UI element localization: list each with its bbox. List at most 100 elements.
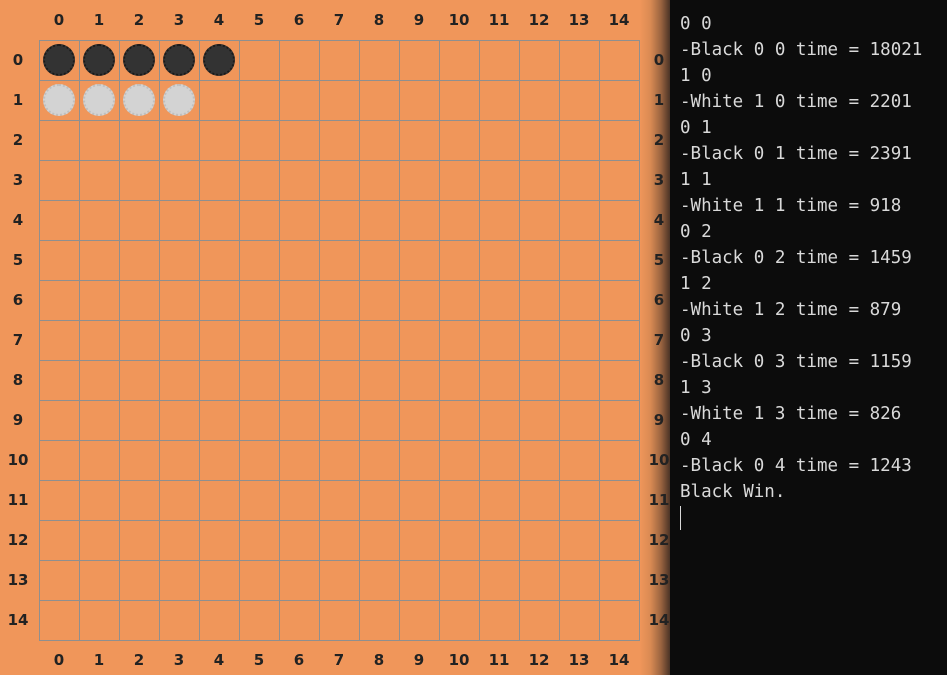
board-cell[interactable]	[239, 80, 279, 120]
board-cell[interactable]	[439, 600, 479, 640]
board-cell[interactable]	[599, 360, 639, 400]
board-cell[interactable]	[439, 560, 479, 600]
board-cell[interactable]	[319, 240, 359, 280]
board-cell[interactable]	[199, 360, 239, 400]
board-cell[interactable]	[559, 200, 599, 240]
board-cell[interactable]	[599, 400, 639, 440]
board-cell[interactable]	[199, 80, 239, 120]
board-cell[interactable]	[239, 480, 279, 520]
board-cell[interactable]	[39, 240, 79, 280]
board-cell[interactable]	[599, 120, 639, 160]
board-cell[interactable]	[439, 240, 479, 280]
board-cell[interactable]	[519, 520, 559, 560]
board-cell[interactable]	[359, 360, 399, 400]
board-cell[interactable]	[599, 520, 639, 560]
board-cell[interactable]	[39, 560, 79, 600]
board-cell[interactable]	[439, 320, 479, 360]
board-cell[interactable]	[79, 600, 119, 640]
board-cell[interactable]	[599, 440, 639, 480]
board-cell[interactable]	[39, 440, 79, 480]
board-cell[interactable]	[399, 360, 439, 400]
board-cell[interactable]	[159, 560, 199, 600]
board-cell[interactable]	[399, 120, 439, 160]
board-cell[interactable]	[439, 200, 479, 240]
board-cell[interactable]	[239, 600, 279, 640]
board-cell[interactable]	[279, 320, 319, 360]
board-cell[interactable]	[199, 200, 239, 240]
board-cell[interactable]	[399, 320, 439, 360]
board-cell[interactable]	[519, 360, 559, 400]
board-cell[interactable]	[479, 80, 519, 120]
board-cell[interactable]	[359, 40, 399, 80]
board-cell[interactable]	[399, 520, 439, 560]
board-cell[interactable]	[599, 40, 639, 80]
board-cell[interactable]	[39, 400, 79, 440]
board-cell[interactable]	[119, 440, 159, 480]
board-cell[interactable]	[239, 560, 279, 600]
board-cell[interactable]	[359, 280, 399, 320]
board-cell[interactable]	[239, 160, 279, 200]
board-cell[interactable]	[79, 280, 119, 320]
board-cell[interactable]	[439, 400, 479, 440]
board-cell[interactable]	[79, 240, 119, 280]
board-cell[interactable]	[599, 80, 639, 120]
board-cell[interactable]	[359, 240, 399, 280]
board-cell[interactable]	[319, 280, 359, 320]
board-cell[interactable]	[359, 480, 399, 520]
board-cell[interactable]	[599, 320, 639, 360]
board-cell[interactable]	[279, 80, 319, 120]
board-cell[interactable]	[479, 360, 519, 400]
board-cell[interactable]	[199, 560, 239, 600]
board-cell[interactable]	[199, 400, 239, 440]
board-cell[interactable]	[479, 240, 519, 280]
board-cell[interactable]	[199, 280, 239, 320]
board-cell[interactable]	[159, 280, 199, 320]
board-cell[interactable]	[39, 360, 79, 400]
board-cell[interactable]	[519, 160, 559, 200]
board-cell[interactable]	[559, 80, 599, 120]
board-cell[interactable]	[399, 280, 439, 320]
board-cell[interactable]	[479, 600, 519, 640]
board-cell[interactable]	[279, 240, 319, 280]
board-cell[interactable]	[199, 440, 239, 480]
board-cell[interactable]	[359, 520, 399, 560]
board-cell[interactable]	[519, 40, 559, 80]
board-cell[interactable]	[159, 600, 199, 640]
board-cell[interactable]	[519, 480, 559, 520]
board-cell[interactable]	[239, 200, 279, 240]
board-cell[interactable]	[279, 200, 319, 240]
board-cell[interactable]	[479, 120, 519, 160]
board-cell[interactable]	[519, 600, 559, 640]
board-cell[interactable]	[399, 240, 439, 280]
board-cell[interactable]	[39, 320, 79, 360]
board-cell[interactable]	[199, 480, 239, 520]
board-cell[interactable]	[559, 520, 599, 560]
board-cell[interactable]	[479, 200, 519, 240]
board-cell[interactable]	[399, 480, 439, 520]
board-cell[interactable]	[399, 80, 439, 120]
console-output[interactable]: 0 0 -Black 0 0 time = 18021 1 0 -White 1 0 …	[670, 0, 947, 675]
board-cell[interactable]	[119, 480, 159, 520]
board-cell[interactable]	[399, 400, 439, 440]
board-cell[interactable]	[479, 280, 519, 320]
board-cell[interactable]	[39, 600, 79, 640]
board-cell[interactable]	[119, 360, 159, 400]
board-cell[interactable]	[279, 120, 319, 160]
board-cell[interactable]	[359, 120, 399, 160]
board-cell[interactable]	[479, 480, 519, 520]
board-cell[interactable]	[599, 160, 639, 200]
board-cell[interactable]	[319, 560, 359, 600]
board-cell[interactable]	[159, 160, 199, 200]
board-cell[interactable]	[559, 440, 599, 480]
board-cell[interactable]	[319, 80, 359, 120]
board-cell[interactable]	[319, 440, 359, 480]
board-cell[interactable]	[519, 320, 559, 360]
board-cell[interactable]	[359, 320, 399, 360]
board-cell[interactable]	[519, 440, 559, 480]
board-cell[interactable]	[399, 160, 439, 200]
board-cell[interactable]	[159, 440, 199, 480]
board-cell[interactable]	[279, 560, 319, 600]
board-cell[interactable]	[399, 440, 439, 480]
board-cell[interactable]	[439, 40, 479, 80]
board-cell[interactable]	[119, 120, 159, 160]
